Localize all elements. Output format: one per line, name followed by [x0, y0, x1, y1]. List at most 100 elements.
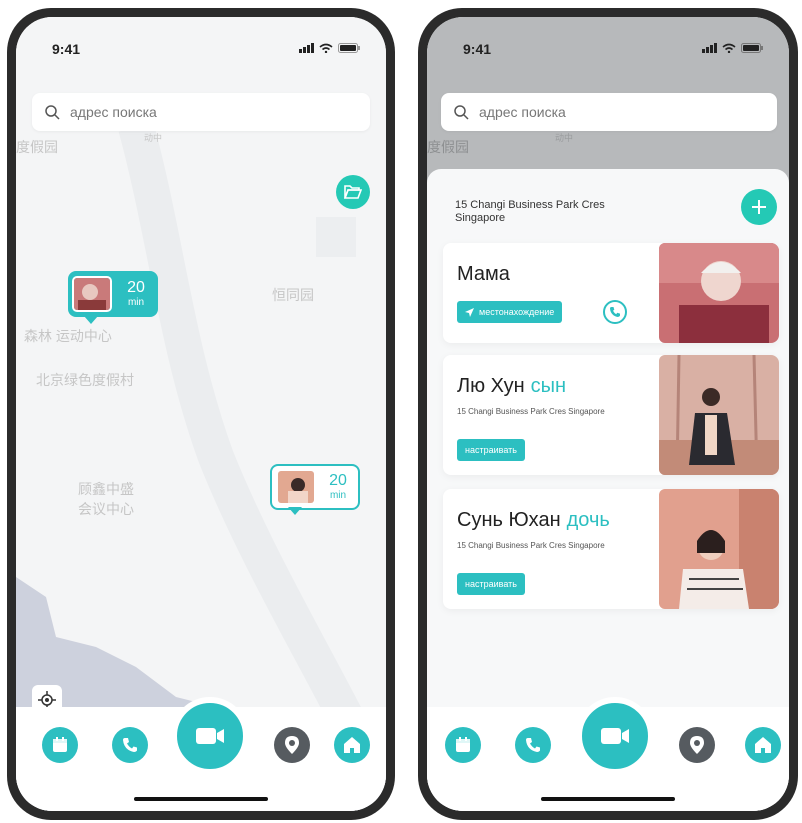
location-button-label: местонахождение — [479, 307, 555, 317]
home-indicator — [541, 797, 675, 801]
pin-eta-value: 20 — [127, 279, 145, 296]
map-label: 度假园 — [427, 139, 469, 155]
location-button[interactable]: местонахождение — [457, 301, 563, 323]
calendar-icon — [53, 737, 67, 752]
phone-icon — [610, 307, 620, 317]
map-label: 恒同园 — [272, 287, 314, 303]
cellular-signal-icon — [702, 43, 717, 53]
map-roads — [16, 122, 386, 811]
settings-button-label: настраивать — [465, 579, 517, 589]
avatar-photo — [278, 471, 314, 503]
status-icons — [702, 43, 763, 53]
tab-home[interactable] — [745, 727, 781, 763]
current-address: 15 Changi Business Park Cres Singapore — [455, 199, 605, 224]
tab-calendar[interactable] — [42, 727, 78, 763]
tab-home[interactable] — [334, 727, 370, 763]
home-icon — [755, 737, 771, 753]
map-label: 度假园 — [16, 139, 58, 155]
map-label: 动中 — [144, 133, 163, 143]
video-camera-icon — [196, 728, 224, 744]
location-pin-icon — [285, 736, 299, 754]
add-contact-button[interactable] — [741, 189, 777, 225]
contact-card[interactable]: Лю Хун сын 15 Changi Business Park Cres S… — [443, 355, 779, 475]
settings-button-label: настраивать — [465, 445, 517, 455]
contact-photo — [659, 355, 779, 475]
status-bar: 9:41 — [16, 17, 386, 77]
contact-name: Сунь Юхан — [457, 509, 561, 531]
contact-card[interactable]: Сунь Юхан дочь 15 Changi Business Park Cr… — [443, 489, 779, 609]
calendar-icon — [456, 737, 470, 752]
contact-name-row: Лю Хун сын — [457, 375, 566, 398]
contacts-screen: 度假园 动中 9:41 15 Changi Business Park Cres… — [427, 17, 789, 811]
search-bar[interactable] — [441, 93, 777, 131]
contact-role: сын — [530, 375, 567, 397]
contact-name-row: Сунь Юхан дочь — [457, 509, 610, 532]
map-label: 顾鑫中盛 — [78, 481, 134, 497]
status-icons — [299, 43, 360, 53]
pin-tail — [84, 316, 98, 324]
contact-name-row: Мама — [457, 263, 510, 286]
status-time: 9:41 — [52, 41, 81, 57]
avatar-photo — [74, 278, 110, 310]
search-icon — [454, 105, 469, 120]
tab-calls[interactable] — [112, 727, 148, 763]
phone-icon — [526, 738, 540, 752]
phone-icon — [123, 738, 137, 752]
pin-tail — [288, 507, 302, 515]
tab-bar — [427, 697, 789, 811]
tab-video-call[interactable] — [171, 697, 249, 775]
contact-map-pin[interactable]: 20 min — [270, 464, 360, 515]
wifi-icon — [722, 43, 736, 53]
contact-photo — [659, 243, 779, 343]
navigation-arrow-icon — [465, 307, 474, 317]
home-indicator — [134, 797, 268, 801]
tab-location[interactable] — [679, 727, 715, 763]
tab-location[interactable] — [274, 727, 310, 763]
tab-bar — [16, 697, 386, 811]
plus-icon — [752, 200, 766, 214]
pin-eta: 20 min — [322, 473, 354, 501]
contact-name: Мама — [457, 263, 510, 285]
map-label: 动中 — [555, 133, 574, 143]
contact-photo-image — [659, 243, 779, 343]
contact-card[interactable]: Мама местонахождение — [443, 243, 779, 343]
folder-open-icon — [344, 185, 362, 199]
battery-icon — [338, 43, 360, 53]
tab-calls[interactable] — [515, 727, 551, 763]
home-icon — [344, 737, 360, 753]
status-time: 9:41 — [463, 41, 492, 57]
location-pin-icon — [690, 736, 704, 754]
settings-button[interactable]: настраивать — [457, 439, 525, 461]
video-camera-icon — [601, 728, 629, 744]
map-view[interactable]: 度假园 动中 恒同园 森林 运动中心 北京绿色度假村 顾鑫中盛 会议中心 — [16, 17, 386, 811]
pin-eta-value: 20 — [329, 472, 347, 489]
cellular-signal-icon — [299, 43, 314, 53]
map-label: 会议中心 — [78, 501, 134, 517]
call-contact-button[interactable] — [603, 300, 627, 324]
folder-button[interactable] — [336, 175, 370, 209]
search-bar[interactable] — [32, 93, 370, 131]
search-input[interactable] — [70, 104, 340, 120]
contact-map-pin[interactable]: 20 min — [68, 271, 158, 324]
status-bar: 9:41 — [427, 17, 789, 77]
pin-eta-unit: min — [329, 490, 347, 501]
battery-icon — [741, 43, 763, 53]
contact-role: дочь — [566, 509, 610, 531]
contact-photo-image — [659, 355, 779, 475]
contact-photo — [659, 489, 779, 609]
pin-avatar — [72, 276, 112, 312]
map-label: 森林 运动中心 — [24, 328, 112, 344]
map-label: 北京绿色度假村 — [36, 372, 134, 388]
contact-address: 15 Changi Business Park Cres Singapore — [457, 407, 605, 416]
contact-address: 15 Changi Business Park Cres Singapore — [457, 541, 605, 550]
phone-frame-contacts: 度假园 动中 9:41 15 Changi Business Park Cres… — [418, 8, 798, 820]
wifi-icon — [319, 43, 333, 53]
pin-avatar — [276, 469, 316, 505]
tab-calendar[interactable] — [445, 727, 481, 763]
settings-button[interactable]: настраивать — [457, 573, 525, 595]
contact-photo-image — [659, 489, 779, 609]
tab-video-call[interactable] — [576, 697, 654, 775]
search-icon — [45, 105, 60, 120]
phone-frame-map: 度假园 动中 恒同园 森林 运动中心 北京绿色度假村 顾鑫中盛 会议中心 9:4… — [7, 8, 395, 820]
search-input[interactable] — [479, 104, 749, 120]
